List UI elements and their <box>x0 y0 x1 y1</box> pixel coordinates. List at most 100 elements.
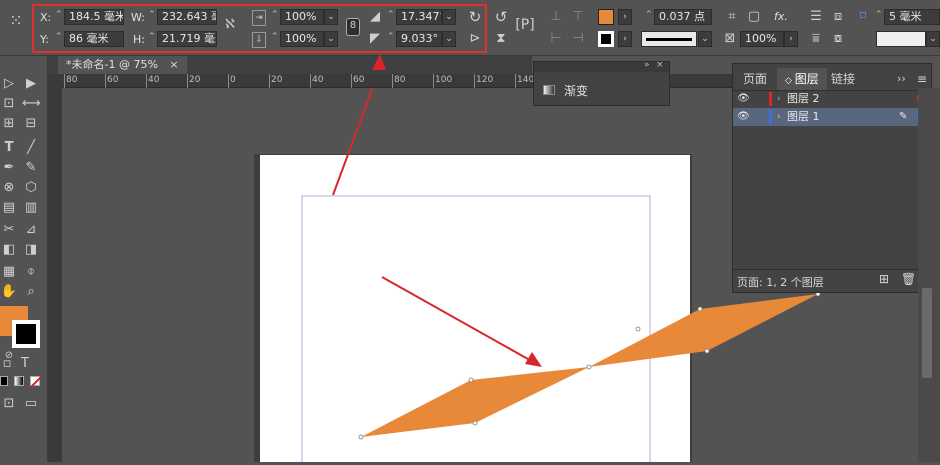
vertical-scrollbar[interactable] <box>918 88 940 462</box>
free-transform-tool-icon[interactable]: ⊿ <box>22 222 40 238</box>
ruler-tick <box>310 74 311 88</box>
frame-fitting-icon[interactable]: ⌗ <box>724 10 740 24</box>
type-tool-icon[interactable]: T <box>0 140 18 156</box>
gradient-swatch-tool-icon[interactable]: ◧ <box>0 242 18 258</box>
delete-layer-icon[interactable]: 🗑 <box>901 272 916 286</box>
corner-shape-field[interactable] <box>876 31 926 47</box>
normal-view-icon[interactable]: ⊡ <box>0 396 18 412</box>
stroke-swatch[interactable] <box>598 31 614 47</box>
format-text-icon[interactable]: T <box>18 356 32 372</box>
layer-row[interactable]: 👁 › 图层 1 ✎ <box>733 108 931 126</box>
reference-point-icon[interactable]: ⁙ <box>6 13 26 29</box>
stroke-type-field[interactable] <box>641 31 697 47</box>
align-middle-icon[interactable]: ⊣ <box>570 32 586 46</box>
divider <box>733 269 931 270</box>
scrollbar-thumb[interactable] <box>922 288 932 378</box>
document-tab[interactable]: *未命名-1 @ 75% × <box>58 56 187 74</box>
frame-icon[interactable]: ▢ <box>746 10 762 24</box>
annotation-arrow-up-head <box>372 54 386 70</box>
corner-spinner-icon[interactable]: ⌃ <box>875 10 883 20</box>
pen-tool-icon[interactable]: ✒ <box>0 160 18 176</box>
ruler-tick <box>187 74 188 88</box>
polygon-tool-icon[interactable]: ⬡ <box>22 180 40 196</box>
stroke-color-box[interactable] <box>12 320 40 348</box>
fill-dropdown[interactable]: › <box>618 9 632 25</box>
effects-label[interactable]: fx. <box>774 10 788 23</box>
zoom-tool-icon[interactable]: ⌕ <box>22 284 40 300</box>
wrap-bounding-box-icon[interactable]: ⧈ <box>830 10 846 24</box>
gradient-panel-collapse[interactable]: » <box>644 60 650 70</box>
ruler-tick <box>474 74 475 88</box>
expand-icon[interactable]: › <box>777 90 781 108</box>
panel-collapse-icon[interactable]: ›› <box>897 68 906 90</box>
fill-swatch[interactable] <box>598 9 614 25</box>
align-top-icon[interactable]: ⊥ <box>548 10 564 24</box>
apply-color-icon[interactable] <box>0 376 8 386</box>
text-wrap-icon[interactable]: ☰ <box>808 10 824 24</box>
ruler-tick <box>515 74 516 88</box>
wrap-object-icon[interactable]: ⧇ <box>830 32 846 46</box>
selection-tool-icon[interactable]: ▷ <box>0 76 18 92</box>
ruler-tick-label: 60 <box>107 75 119 85</box>
page-tool-icon[interactable]: ⊡ <box>0 96 18 112</box>
corner-options-icon[interactable]: ⌑ <box>855 10 871 24</box>
close-tab-icon[interactable]: × <box>169 58 178 71</box>
layer-row[interactable]: 👁 › 图层 2 <box>733 90 931 108</box>
expand-icon[interactable]: › <box>777 108 781 126</box>
layer-visibility-icon[interactable]: 👁 <box>737 108 750 126</box>
layers-footer-status: 页面: 1, 2 个图层 <box>737 276 824 289</box>
stroke-type-dropdown[interactable]: ⌄ <box>698 31 712 47</box>
content-placer-icon[interactable]: ⊟ <box>22 116 40 132</box>
hand-tool-icon[interactable]: ✋ <box>0 284 18 300</box>
new-layer-icon[interactable]: ⊞ <box>879 272 889 286</box>
rectangle-frame-tool-icon[interactable]: ⊗ <box>0 180 18 196</box>
stroke-weight-spinner-icon[interactable]: ⌃ <box>645 10 653 20</box>
align-left-icon[interactable]: ⊢ <box>548 32 564 46</box>
tab-layers[interactable]: ◇ 图层 <box>777 68 827 90</box>
panel-menu-icon[interactable]: ≡ <box>917 68 927 90</box>
corner-shape-dropdown[interactable]: ⌄ <box>926 31 940 47</box>
reference-point-p-icon[interactable]: [P] <box>514 18 536 32</box>
tab-pages[interactable]: 页面 <box>743 68 767 90</box>
gradient-panel-title[interactable]: 渐变 <box>564 82 588 99</box>
ruler-tick-label: 0 <box>230 75 236 85</box>
layer-visibility-icon[interactable]: 👁 <box>737 90 750 108</box>
note-tool-icon[interactable]: ▦ <box>0 264 18 280</box>
corner-size-field[interactable]: 5 毫米 <box>884 9 940 25</box>
direct-selection-tool-icon[interactable]: ▶ <box>22 76 40 92</box>
vertical-grid-tool-icon[interactable]: ▥ <box>22 200 40 216</box>
layers-panel: 页面 ◇ 图层 链接 ›› ≡ 👁 › 图层 2 👁 › 图层 1 ✎ 页面: … <box>732 63 932 293</box>
opacity-dropdown[interactable]: › <box>784 31 798 47</box>
gradient-panel-close[interactable]: × <box>656 60 664 70</box>
ruler-tick <box>146 74 147 88</box>
stroke-dropdown[interactable]: › <box>618 31 632 47</box>
tab-links[interactable]: 链接 <box>831 68 855 90</box>
format-container-icon[interactable]: ▫ <box>0 356 14 372</box>
apply-none-icon[interactable] <box>30 376 42 388</box>
layer-name[interactable]: 图层 2 <box>787 90 820 108</box>
ruler-tick-label: 120 <box>476 75 494 85</box>
screen-mode-icon[interactable]: ▭ <box>22 396 40 412</box>
gradient-icon <box>543 85 555 95</box>
apply-gradient-icon[interactable] <box>14 376 24 386</box>
ruler-tick <box>433 74 434 88</box>
content-collector-icon[interactable]: ⊞ <box>0 116 18 132</box>
scissors-tool-icon[interactable]: ✂ <box>0 222 18 238</box>
line-tool-icon[interactable]: ╱ <box>22 140 40 156</box>
document-tab-title: *未命名-1 @ 75% <box>66 58 158 71</box>
wrap-around-icon[interactable]: ⩸ <box>808 32 824 46</box>
gap-tool-icon[interactable]: ⟷ <box>22 96 41 112</box>
tools-panel: ▷ ▶ ⊡ ⟷ ⊞ ⊟ T ╱ ✒ ✎ ⊗ ⬡ ▤ ▥ ✂ ⊿ ◧ ◨ ▦ ⌽ … <box>0 56 48 462</box>
horizontal-grid-tool-icon[interactable]: ▤ <box>0 200 18 216</box>
eyedropper-tool-icon[interactable]: ⌽ <box>22 264 40 280</box>
pencil-tool-icon[interactable]: ✎ <box>22 160 40 176</box>
layer-name[interactable]: 图层 1 <box>787 108 820 126</box>
flip-vertical-icon[interactable]: ⧗ <box>492 32 510 46</box>
ruler-tick-label: 40 <box>148 75 160 85</box>
rotate-counterclockwise-icon[interactable]: ↺ <box>492 10 510 25</box>
stroke-weight-field[interactable]: 0.037 点 <box>654 9 712 25</box>
ruler-tick <box>105 74 106 88</box>
gradient-feather-tool-icon[interactable]: ◨ <box>22 242 40 258</box>
opacity-field[interactable]: 100% <box>740 31 784 47</box>
align-center-icon[interactable]: ⊤ <box>570 10 586 24</box>
